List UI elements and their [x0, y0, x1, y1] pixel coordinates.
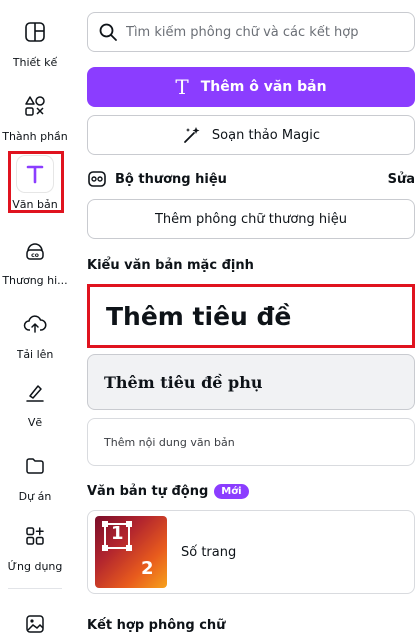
search-icon: [99, 23, 117, 41]
rail-label: Dự án: [18, 490, 52, 503]
rail-label: Tải lên: [16, 348, 54, 361]
rail-item-draw[interactable]: Vẽ: [0, 368, 70, 434]
brand-kit-edit-link[interactable]: Sửa: [388, 172, 415, 187]
rail-item-design[interactable]: Thiết kế: [0, 8, 70, 74]
text-panel: T Thêm ô văn bản Soạn thảo Magic Bộ thươ…: [70, 0, 416, 637]
left-sidebar: Thiết kế Thành phần Văn bản co Thương hi…: [0, 0, 70, 637]
thumb-number-1: 1: [111, 523, 124, 544]
svg-text:co: co: [31, 252, 39, 259]
font-combos-title: Kết hợp phông chữ: [87, 618, 226, 633]
add-textbox-button[interactable]: T Thêm ô văn bản: [87, 67, 415, 107]
apps-icon: [17, 518, 53, 554]
page-number-label: Số trang: [181, 544, 237, 560]
brand-kit-title: Bộ thương hiệu: [115, 171, 227, 187]
rail-item-projects[interactable]: Dự án: [0, 442, 70, 508]
folder-icon: [17, 448, 53, 484]
brand-icon: co: [17, 232, 53, 268]
rail-divider: [8, 588, 62, 589]
text-icon: [17, 156, 53, 192]
layout-icon: [17, 14, 53, 50]
thumb-number-2: 2: [141, 558, 154, 579]
body-sample: Thêm nội dung văn bản: [104, 435, 235, 449]
add-brand-font-button[interactable]: Thêm phông chữ thương hiệu: [87, 199, 415, 239]
rail-item-apps[interactable]: Ứng dụng: [0, 512, 70, 578]
search-input[interactable]: [126, 24, 396, 40]
rail-item-text[interactable]: Văn bản: [0, 150, 70, 216]
new-badge: Mới: [214, 484, 249, 499]
rail-item-brand[interactable]: co Thương hi...: [0, 226, 70, 292]
default-styles-title: Kiểu văn bản mặc định: [87, 258, 254, 273]
rail-item-upload[interactable]: Tải lên: [0, 300, 70, 366]
add-heading-option[interactable]: Thêm tiêu đề: [87, 284, 415, 348]
subheading-sample: Thêm tiêu đề phụ: [104, 372, 263, 392]
brand-kit-header: Bộ thương hiệu Sửa: [87, 168, 415, 190]
rail-label: Thành phần: [2, 130, 68, 143]
rail-label: Thương hi...: [2, 274, 68, 287]
elements-icon: [17, 88, 53, 124]
page-number-thumbnail: 1 2: [95, 516, 167, 588]
image-icon: [17, 606, 53, 637]
search-box[interactable]: [87, 12, 415, 52]
add-subheading-option[interactable]: Thêm tiêu đề phụ: [87, 354, 415, 410]
brand-kit-icon: [88, 171, 106, 187]
heading-sample: Thêm tiêu đề: [106, 301, 292, 331]
upload-cloud-icon: [17, 306, 53, 342]
auto-text-header: Văn bản tự động Mới: [87, 484, 249, 499]
page-number-option[interactable]: 1 2 Số trang: [87, 510, 415, 594]
add-body-text-option[interactable]: Thêm nội dung văn bản: [87, 418, 415, 466]
add-brand-font-label: Thêm phông chữ thương hiệu: [154, 211, 348, 227]
magic-write-button[interactable]: Soạn thảo Magic: [87, 115, 415, 155]
draw-icon: [17, 374, 53, 410]
rail-item-elements[interactable]: Thành phần: [0, 82, 70, 148]
rail-label: Văn bản: [12, 198, 58, 211]
magic-write-label: Soạn thảo Magic: [211, 127, 321, 143]
rail-item-photos[interactable]: [0, 600, 70, 637]
magic-wand-icon: [184, 127, 200, 143]
rail-label: Thiết kế: [12, 56, 58, 69]
add-textbox-label: Thêm ô văn bản: [200, 79, 327, 95]
rail-label: Vẽ: [27, 416, 43, 429]
text-icon: T: [175, 75, 189, 99]
auto-text-title: Văn bản tự động: [87, 484, 209, 499]
rail-label: Ứng dụng: [7, 560, 63, 573]
